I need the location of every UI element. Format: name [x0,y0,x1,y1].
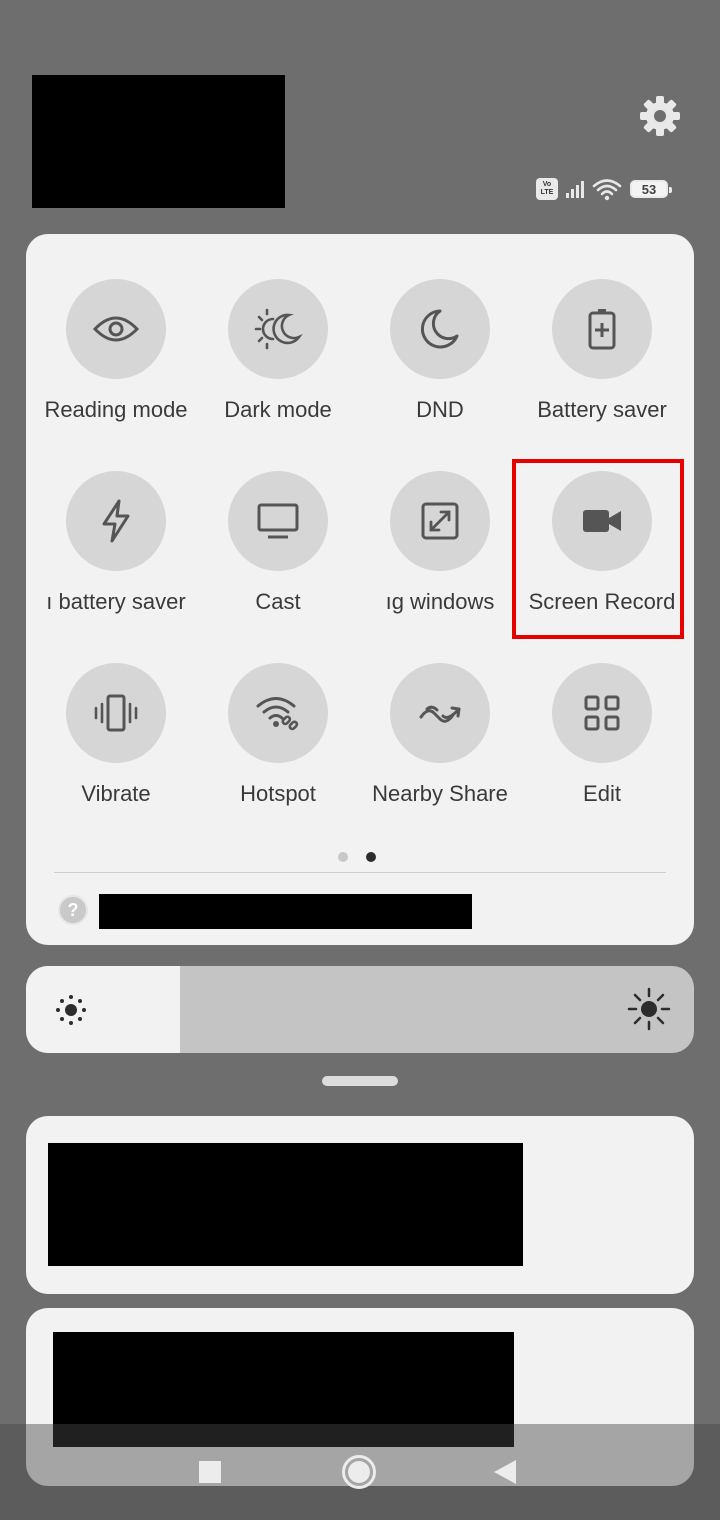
tile-label: DND [416,397,464,422]
tile-vibrate-button[interactable] [66,663,166,763]
home-button[interactable] [342,1455,376,1489]
brightness-slider[interactable] [26,966,694,1053]
tile-nearby-share[interactable]: Nearby Share [359,663,521,807]
redacted-clock-date [32,75,285,208]
tile-battery-saver-button[interactable] [552,279,652,379]
page-indicator [338,852,376,862]
divider [54,872,666,873]
eye-icon [92,316,140,342]
home-icon [348,1461,370,1483]
monitor-icon [257,503,299,539]
hotspot-icon [256,697,299,731]
tile-floating-windows-button[interactable] [390,471,490,571]
tile-dnd[interactable]: DND [359,279,521,423]
tile-edit-button[interactable] [552,663,652,763]
tile-reading-mode[interactable]: Reading mode [35,279,197,423]
tile-label: Vibrate [81,781,151,806]
tile-nearby-share-button[interactable] [390,663,490,763]
redacted-notification [48,1143,523,1266]
page-dot-active[interactable] [366,852,376,862]
back-button[interactable] [494,1460,516,1484]
tile-label: Cast [255,589,301,614]
status-bar-icons: Vo LTE 53 [536,176,672,202]
recents-button[interactable] [199,1461,221,1483]
tile-label: Dark mode [224,397,332,422]
volte-icon: Vo LTE [536,178,558,200]
tile-cast-button[interactable] [228,471,328,571]
battery-level-text: 53 [641,181,657,197]
tile-vibrate[interactable]: Vibrate [35,663,197,807]
volte-bottom-text: LTE [540,189,554,196]
brightness-fill[interactable] [26,966,180,1053]
tile-ultra-battery-saver-button[interactable] [66,471,166,571]
vibrate-icon [94,694,138,732]
tile-hotspot[interactable]: Hotspot [197,663,359,807]
tile-hotspot-button[interactable] [228,663,328,763]
battery-indicator: 53 [630,180,672,198]
signal-icon [566,180,584,198]
tile-label: Edit [583,781,621,806]
tile-dnd-button[interactable] [390,279,490,379]
wifi-icon [592,179,622,201]
resize-icon [421,502,459,540]
tile-battery-saver[interactable]: Battery saver [521,279,683,423]
help-glyph: ? [67,899,79,920]
question-icon[interactable]: ? [58,895,88,925]
battery-plus-icon [588,309,616,350]
nearby-share-icon [419,705,461,723]
tile-cast[interactable]: Cast [197,471,359,615]
tile-dark-mode[interactable]: Dark mode [197,279,359,423]
drag-handle[interactable] [322,1076,398,1086]
moon-icon [420,309,459,349]
tile-label: Reading mode [44,397,188,422]
sun-moon-icon [254,308,303,350]
sun-low-icon [56,995,86,1025]
tile-label: Nearby Share [372,781,508,806]
tile-ultra-battery-saver[interactable]: ı battery saver [35,471,197,615]
tile-label: Battery saver [537,397,667,422]
gear-icon[interactable] [636,92,684,140]
grid-icon [584,695,620,731]
tile-floating-windows[interactable]: ıg windows [359,471,521,615]
tile-edit[interactable]: Edit [521,663,683,807]
tile-label: ı battery saver [46,589,186,614]
highlight-box [512,459,684,639]
tile-label: Hotspot [240,781,316,806]
tile-reading-mode-button[interactable] [66,279,166,379]
sun-high-icon [627,987,671,1031]
redacted-network-info [99,894,472,929]
tile-dark-mode-button[interactable] [228,279,328,379]
page-dot[interactable] [338,852,348,862]
lightning-icon [102,499,130,543]
volte-top-text: Vo [542,181,552,188]
tile-label: ıg windows [385,589,495,614]
